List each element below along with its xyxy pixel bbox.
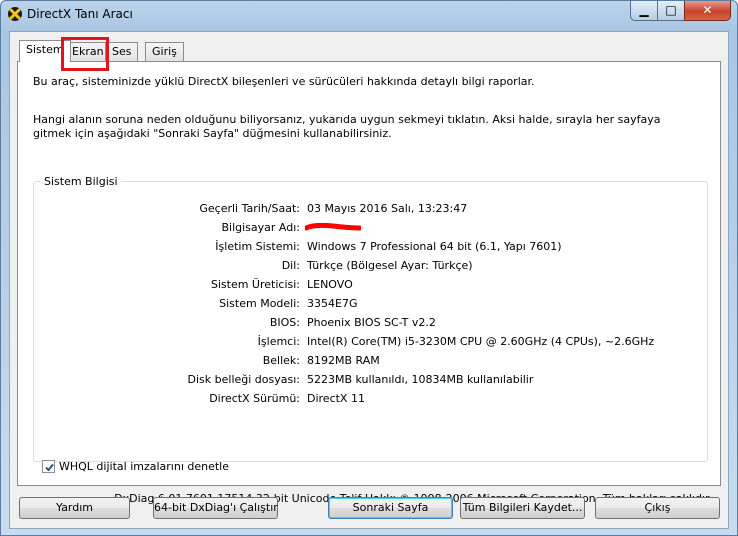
- info-row: İşlemci: Intel(R) Core(TM) i5-3230M CPU …: [34, 335, 709, 351]
- info-row: Sistem Modeli: 3354E7G: [34, 297, 709, 313]
- info-label: İşletim Sistemi:: [215, 240, 300, 253]
- info-label: Dil:: [281, 259, 300, 272]
- checkmark-icon: [45, 463, 54, 472]
- info-row: Disk belleği dosyası: 5223MB kullanıldı,…: [34, 373, 709, 389]
- info-value: 03 Mayıs 2016 Salı, 13:23:47: [307, 202, 468, 215]
- intro-text-2: Hangi alanın soruna neden olduğunu biliy…: [33, 113, 661, 140]
- minimize-icon: ▁: [639, 3, 649, 17]
- info-value: DirectX 11: [307, 392, 365, 405]
- redaction-mark: [305, 223, 361, 231]
- tab-giris[interactable]: Giriş: [145, 42, 184, 61]
- info-value: 5223MB kullanıldı, 10834MB kullanılabili…: [307, 373, 534, 386]
- next-page-button[interactable]: Sonraki Sayfa: [328, 497, 453, 519]
- info-label: Geçerli Tarih/Saat:: [199, 202, 300, 215]
- info-row: Bellek: 8192MB RAM: [34, 354, 709, 370]
- maximize-button[interactable]: □: [657, 1, 685, 21]
- info-row: Bilgisayar Adı:: [34, 221, 709, 237]
- ekran-tab-highlight: [61, 37, 109, 71]
- info-label: Sistem Üreticisi:: [210, 278, 300, 291]
- info-row: DirectX Sürümü: DirectX 11: [34, 392, 709, 408]
- help-button[interactable]: Yardım: [19, 497, 130, 519]
- directx-icon: [8, 7, 22, 21]
- info-value: Türkçe (Bölgesel Ayar: Türkçe): [307, 259, 473, 272]
- info-label: Disk belleği dosyası:: [187, 373, 300, 386]
- info-value: Intel(R) Core(TM) i5-3230M CPU @ 2.60GHz…: [307, 335, 655, 348]
- info-row: BIOS: Phoenix BIOS SC-T v2.2: [34, 316, 709, 332]
- info-row: Dil: Türkçe (Bölgesel Ayar: Türkçe): [34, 259, 709, 275]
- window-title: DirectX Tanı Aracı: [27, 7, 133, 21]
- info-value: 8192MB RAM: [307, 354, 380, 367]
- run-64bit-button[interactable]: 64-bit DxDiag'ı Çalıştır: [153, 497, 278, 519]
- maximize-icon: □: [665, 3, 677, 17]
- exit-button[interactable]: Çıkış: [595, 497, 720, 519]
- tab-ses[interactable]: Ses: [105, 42, 139, 61]
- system-info-group: Sistem Bilgisi Geçerli Tarih/Saat: 03 Ma…: [33, 175, 709, 462]
- info-value: Windows 7 Professional 64 bit (6.1, Yapı…: [307, 240, 562, 253]
- close-icon: ✕: [702, 3, 713, 17]
- info-label: Sistem Modeli:: [219, 297, 300, 310]
- dxdiag-window: DirectX Tanı Aracı ▁ □ ✕ Sistem Ekran Se…: [0, 0, 738, 536]
- info-label: Bellek:: [262, 354, 300, 367]
- system-info-title: Sistem Bilgisi: [41, 175, 121, 188]
- info-label: İşlemci:: [257, 335, 300, 348]
- minimize-button[interactable]: ▁: [630, 1, 658, 21]
- whql-checkbox-label: WHQL dijital imzalarını denetle: [59, 460, 230, 473]
- sistem-tab-panel: Bu araç, sisteminizde yüklü DirectX bile…: [17, 61, 721, 505]
- intro-text-1: Bu araç, sisteminizde yüklü DirectX bile…: [33, 75, 535, 88]
- info-row: Sistem Üreticisi: LENOVO: [34, 278, 709, 294]
- info-label: Bilgisayar Adı:: [221, 221, 300, 234]
- info-label: BIOS:: [269, 316, 300, 329]
- info-row: İşletim Sistemi: Windows 7 Professional …: [34, 240, 709, 256]
- info-value: LENOVO: [307, 278, 353, 291]
- save-all-info-button[interactable]: Tüm Bilgileri Kaydet...: [460, 497, 585, 519]
- client-area: Sistem Ekran Ses Giriş Bu araç, sistemin…: [9, 31, 729, 529]
- info-value: 3354E7G: [307, 297, 358, 310]
- checkbox-box[interactable]: [42, 460, 55, 473]
- title-bar[interactable]: DirectX Tanı Aracı ▁ □ ✕: [1, 1, 737, 29]
- info-value: Phoenix BIOS SC-T v2.2: [307, 316, 436, 329]
- info-label: DirectX Sürümü:: [209, 392, 300, 405]
- close-button[interactable]: ✕: [684, 1, 731, 21]
- info-row: Geçerli Tarih/Saat: 03 Mayıs 2016 Salı, …: [34, 202, 709, 218]
